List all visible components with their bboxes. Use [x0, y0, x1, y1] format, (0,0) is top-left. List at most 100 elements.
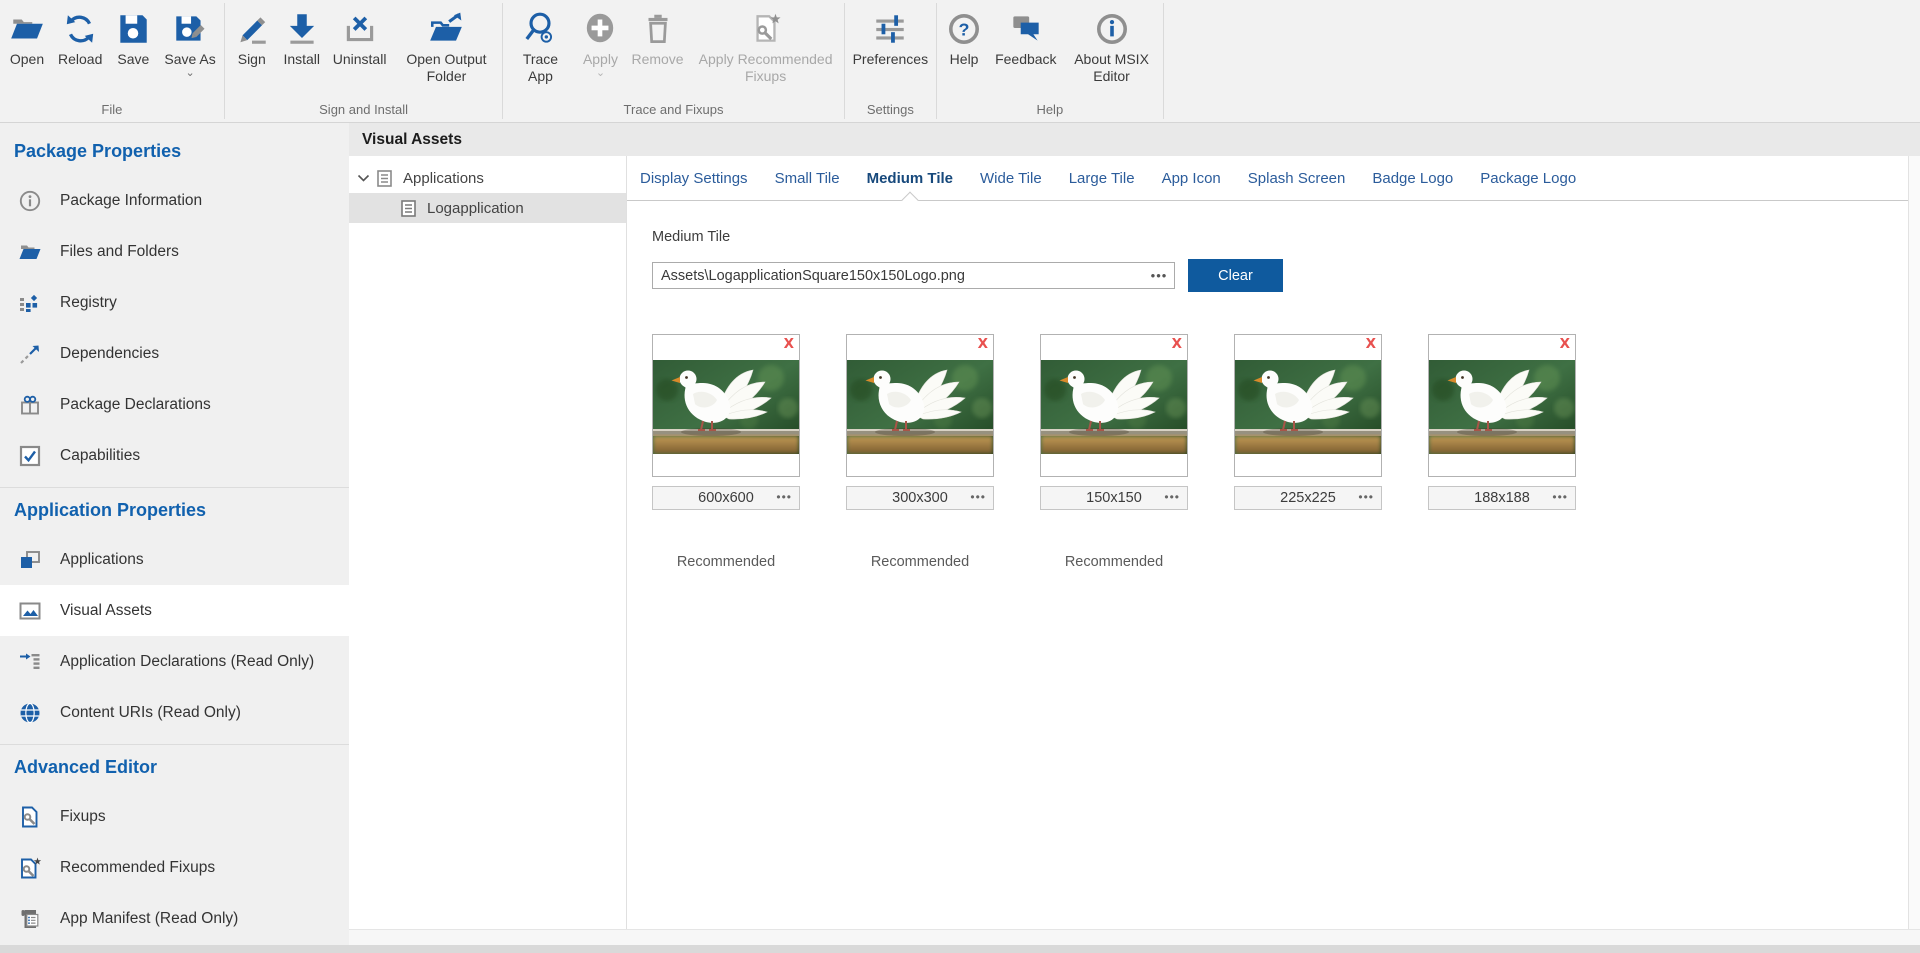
apply-label: Apply [583, 51, 618, 68]
apply-button[interactable]: Apply ⌄ [575, 5, 625, 79]
tab-package-logo[interactable]: Package Logo [1480, 170, 1576, 187]
sidebar-item-dependencies[interactable]: Dependencies [0, 328, 349, 379]
dove-preview-image [1235, 360, 1381, 454]
sidebar-item-registry[interactable]: Registry [0, 277, 349, 328]
install-button[interactable]: Install [277, 5, 327, 70]
sign-button[interactable]: Sign [227, 5, 277, 70]
reload-icon [61, 7, 99, 51]
tile-size-control[interactable]: 150x150 ••• [1040, 486, 1188, 510]
page-title: Visual Assets [349, 123, 1920, 156]
open-output-folder-icon [427, 7, 465, 51]
tab-wide-tile[interactable]: Wide Tile [980, 170, 1042, 187]
tile-ellipsis-button[interactable]: ••• [1358, 490, 1374, 504]
sidebar-item-package-declarations[interactable]: Package Declarations [0, 379, 349, 430]
open-folder-icon [8, 7, 46, 51]
save-as-button[interactable]: Save As ⌄ [158, 5, 221, 79]
apply-recommended-fixups-label: Apply Recommended Fixups [696, 51, 836, 84]
open-button[interactable]: Open [2, 5, 52, 70]
asset-path-input[interactable] [653, 268, 1144, 284]
remove-asset-x-button[interactable]: X [784, 336, 794, 352]
tile-size-label: 150x150 [1086, 490, 1142, 506]
horizontal-scrollbar[interactable] [349, 929, 1920, 945]
ribbon-group-help: ? Help Feedback About MSIX Editor [939, 0, 1160, 122]
advanced-editor-heading: Advanced Editor [0, 747, 349, 791]
sidebar-item-files-and-folders[interactable]: Files and Folders [0, 226, 349, 277]
tile-size-label: 600x600 [698, 490, 754, 506]
tile-ellipsis-button[interactable]: ••• [1552, 490, 1568, 504]
tile-size-label: 300x300 [892, 490, 948, 506]
tile-ellipsis-button[interactable]: ••• [776, 490, 792, 504]
tree-node-logapplication[interactable]: Logapplication [349, 193, 626, 223]
open-output-folder-button[interactable]: Open Output Folder [392, 5, 500, 86]
bottom-status-strip [0, 945, 1920, 953]
save-as-dropdown-chevron-icon[interactable]: ⌄ [185, 69, 194, 77]
fixups-wrench-icon [17, 805, 43, 829]
sidebar-item-content-uris[interactable]: Content URIs (Read Only) [0, 687, 349, 738]
tile-preview-box: X [846, 334, 994, 477]
ribbon-separator [1163, 3, 1164, 119]
remove-asset-x-button[interactable]: X [1366, 336, 1376, 352]
tab-display-settings[interactable]: Display Settings [640, 170, 748, 187]
navigation-sidebar: Package Properties Package Information F… [0, 123, 349, 945]
preferences-button[interactable]: Preferences [847, 5, 934, 70]
about-msix-editor-button[interactable]: About MSIX Editor [1063, 5, 1161, 86]
sidebar-item-recommended-fixups[interactable]: Recommended Fixups [0, 842, 349, 893]
feedback-button[interactable]: Feedback [989, 5, 1062, 70]
sidebar-item-capabilities[interactable]: Capabilities [0, 430, 349, 481]
trace-app-icon [521, 7, 559, 51]
info-circle-icon [17, 189, 43, 213]
remove-asset-x-button[interactable]: X [1172, 336, 1182, 352]
apply-recommended-fixups-button[interactable]: Apply Recommended Fixups [690, 5, 842, 86]
feedback-label: Feedback [995, 51, 1056, 68]
sidebar-item-application-declarations[interactable]: Application Declarations (Read Only) [0, 636, 349, 687]
trace-app-label: Trace App [511, 51, 569, 84]
ribbon-group-settings: Preferences Settings [847, 0, 934, 122]
sidebar-item-visual-assets[interactable]: Visual Assets [0, 585, 349, 636]
tree-node-applications[interactable]: Applications [349, 163, 626, 193]
sidebar-item-fixups[interactable]: Fixups [0, 791, 349, 842]
recommended-fixups-icon [17, 856, 43, 880]
tile-ellipsis-button[interactable]: ••• [970, 490, 986, 504]
medium-tile-pane: Medium Tile ••• Clear X [627, 201, 1908, 929]
browse-ellipsis-button[interactable]: ••• [1144, 268, 1174, 283]
remove-asset-x-button[interactable]: X [978, 336, 988, 352]
tile-preview-box: X [1234, 334, 1382, 477]
recommended-label [1428, 554, 1576, 571]
folder-icon [17, 240, 43, 264]
uninstall-button[interactable]: Uninstall [327, 5, 393, 70]
tile-size-control[interactable]: 300x300 ••• [846, 486, 994, 510]
vertical-scrollbar[interactable] [1908, 156, 1920, 929]
tab-splash-screen[interactable]: Splash Screen [1248, 170, 1346, 187]
install-label: Install [283, 51, 320, 68]
apply-dropdown-chevron-icon[interactable]: ⌄ [596, 69, 605, 77]
package-properties-heading: Package Properties [0, 131, 349, 175]
sidebar-item-applications[interactable]: Applications [0, 534, 349, 585]
tab-badge-logo[interactable]: Badge Logo [1372, 170, 1453, 187]
remove-asset-x-button[interactable]: X [1560, 336, 1570, 352]
recommended-label: Recommended [846, 554, 994, 571]
clear-button[interactable]: Clear [1188, 259, 1283, 292]
tile-size-control[interactable]: 188x188 ••• [1428, 486, 1576, 510]
trace-app-button[interactable]: Trace App [505, 5, 575, 86]
sidebar-item-app-manifest[interactable]: App Manifest (Read Only) [0, 893, 349, 944]
tile-ellipsis-button[interactable]: ••• [1164, 490, 1180, 504]
reload-button[interactable]: Reload [52, 5, 108, 70]
save-as-icon [171, 7, 209, 51]
save-button[interactable]: Save [108, 5, 158, 70]
remove-button[interactable]: Remove [625, 5, 689, 70]
tab-app-icon[interactable]: App Icon [1162, 170, 1221, 187]
gift-box-icon [17, 393, 43, 417]
tile-size-control[interactable]: 225x225 ••• [1234, 486, 1382, 510]
preferences-label: Preferences [853, 51, 928, 68]
ribbon-group-trace-fixups: Trace App Apply ⌄ Remove [505, 0, 841, 122]
tile-size-control[interactable]: 600x600 ••• [652, 486, 800, 510]
help-button[interactable]: ? Help [939, 5, 989, 70]
about-msix-editor-label: About MSIX Editor [1069, 51, 1155, 84]
tab-large-tile[interactable]: Large Tile [1069, 170, 1135, 187]
save-as-label: Save As [164, 51, 215, 68]
tab-small-tile[interactable]: Small Tile [775, 170, 840, 187]
tile-300x300: X 300x300 ••• Recommended [846, 334, 994, 571]
tab-medium-tile[interactable]: Medium Tile [867, 170, 953, 187]
sidebar-item-package-information[interactable]: Package Information [0, 175, 349, 226]
chevron-down-icon[interactable] [357, 174, 373, 183]
